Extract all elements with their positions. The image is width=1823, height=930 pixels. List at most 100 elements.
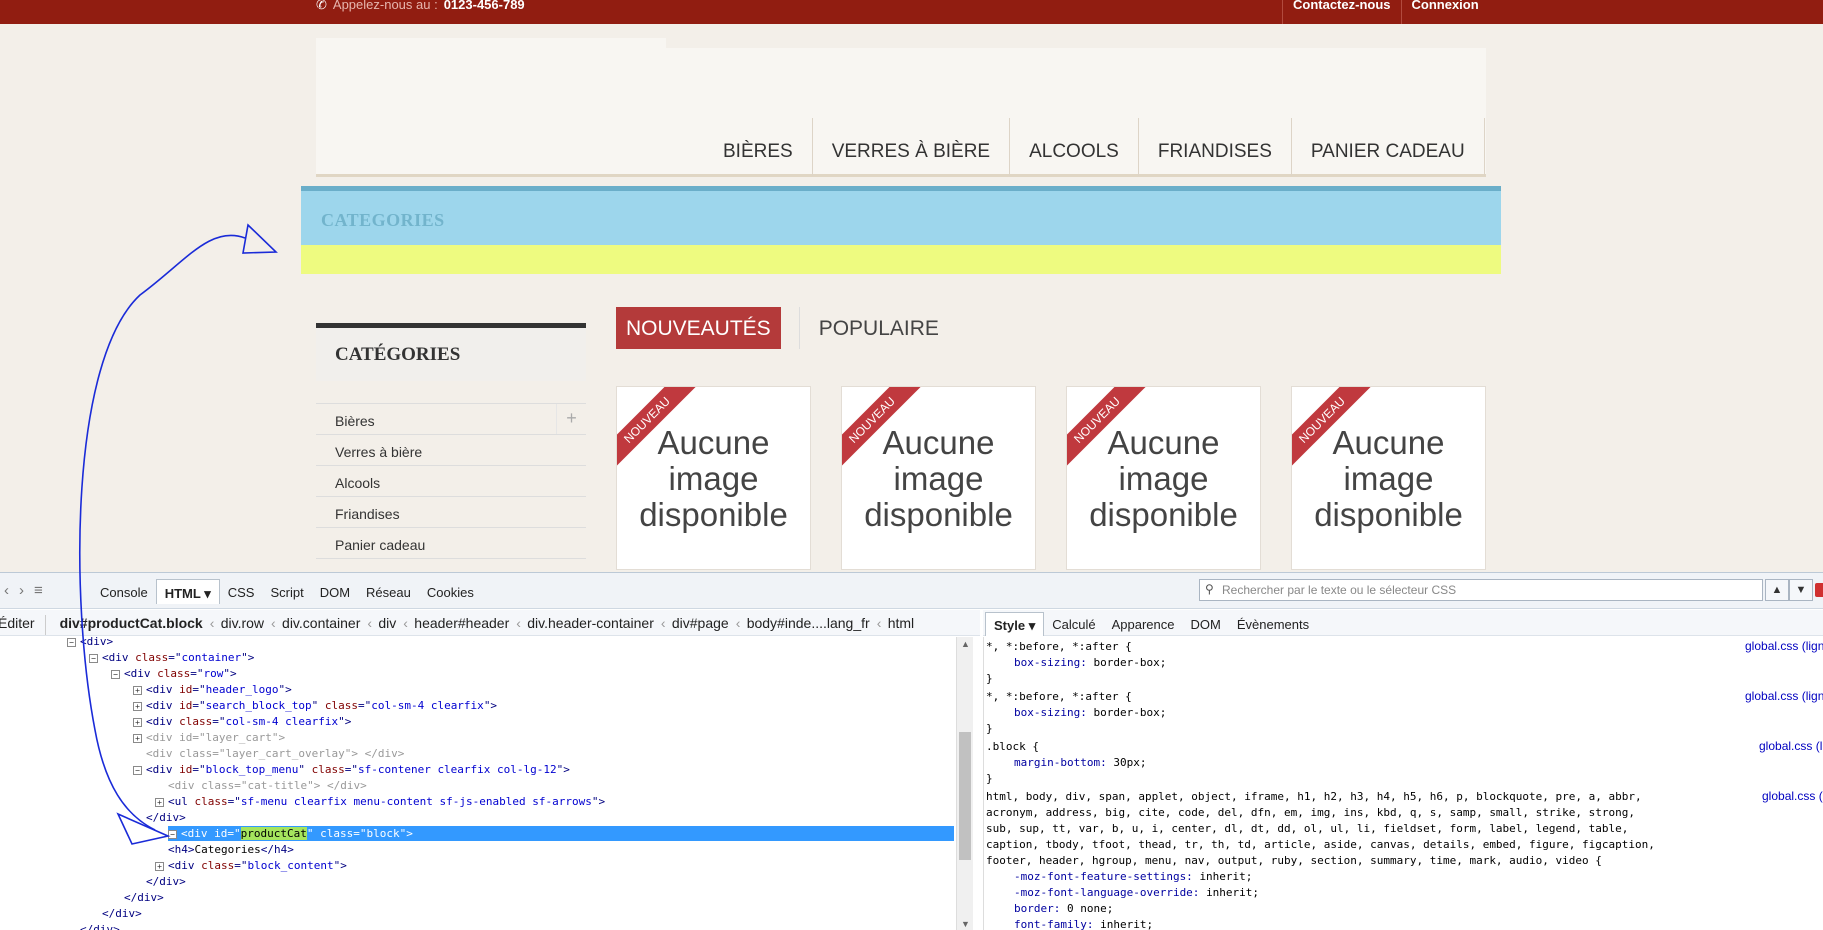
new-badge: NOUVEAU [617,387,703,473]
product-card[interactable]: Aucune image disponible NOUVEAU [841,386,1036,570]
tab-apparence[interactable]: Apparence [1104,612,1183,636]
css-source-link[interactable]: global.css (ligne [1745,639,1823,653]
breadcrumb-item[interactable]: div.header-container [516,615,664,635]
collapse-icon[interactable]: − [168,830,177,839]
html-node[interactable]: </div> [80,922,120,930]
breadcrumb-item[interactable]: div#productCat.block [52,615,213,635]
close-icon[interactable] [1815,583,1823,597]
html-node[interactable]: + <ul class="sf-menu clearfix menu-conten… [155,794,605,809]
sidebar-item-friandises[interactable]: Friandises [316,497,586,528]
dropdown-arrow-icon: ▾ [204,586,211,601]
css-source-link[interactable]: global.css (lig [1762,789,1823,803]
expand-icon[interactable]: + [133,702,142,711]
html-node[interactable]: + <div id="header_logo"> [133,682,292,697]
html-node[interactable]: − <div class="container"> [89,650,254,665]
search-prev-button[interactable]: ▲ [1765,579,1789,601]
html-node[interactable]: <div class="cat-title"> </div> [168,778,367,793]
breadcrumb-item[interactable]: html [877,615,924,635]
inspect-nav-icons[interactable]: ‹›≡ [4,582,53,599]
css-property[interactable]: -moz-font-feature-settings: inherit; [986,869,1252,884]
html-node[interactable]: <div class="layer_cart_overlay"> </div> [146,746,404,761]
tab-console[interactable]: Console [92,579,156,604]
collapse-icon[interactable]: − [67,638,76,647]
breadcrumb-item[interactable]: div.container [271,615,370,635]
css-source-link[interactable]: global.css (ligne [1745,689,1823,703]
html-node[interactable]: + <div id="search_block_top" class="col-s… [133,698,497,713]
expand-icon[interactable]: + [133,718,142,727]
css-property[interactable]: border: 0 none; [986,901,1113,916]
html-node[interactable]: − <div id="block_top_menu" class="sf-cont… [133,762,570,777]
menu-item-verres[interactable]: VERRES À BIÈRE [813,118,1011,176]
breadcrumb-item[interactable]: header#header [403,615,519,635]
collapse-icon[interactable]: − [133,766,142,775]
scroll-down-icon[interactable]: ▼ [961,919,970,929]
tab-nouveautes[interactable]: NOUVEAUTÉS [616,307,781,349]
search-nav-buttons: ▲ ▼ [1765,579,1813,601]
categories-block-highlight: CATEGORIES [301,186,1501,245]
sidebar-item-panier[interactable]: Panier cadeau [316,528,586,559]
html-panel-scrollbar[interactable]: ▲ ▼ [956,637,973,930]
devtools-search-input[interactable]: ⚲ Rechercher par le texte ou le sélecteur… [1199,579,1763,601]
expand-icon[interactable]: + [133,734,142,743]
menu-item-bieres[interactable]: BIÈRES [704,118,813,176]
tab-css[interactable]: CSS [220,579,263,604]
product-card[interactable]: Aucune image disponible NOUVEAU [616,386,811,570]
css-property[interactable]: box-sizing: border-box; [986,705,1166,720]
tab-script[interactable]: Script [262,579,311,604]
product-card[interactable]: Aucune image disponible NOUVEAU [1066,386,1261,570]
html-node[interactable]: − <div class="row"> [111,666,237,681]
css-source-link[interactable]: global.css (ligne 6 [1759,739,1823,753]
menu-item-alcools[interactable]: ALCOOLS [1010,118,1139,176]
html-node[interactable]: + <div class="block_content"> [155,858,347,873]
html-node[interactable]: − <div> [67,637,113,649]
expand-icon[interactable]: + [155,862,164,871]
breadcrumb-item[interactable]: div.row [210,615,274,635]
html-node-selected[interactable]: − <div id="productCat" class="block"> [168,826,954,841]
sidebar-item-alcools[interactable]: Alcools [316,466,586,497]
css-property[interactable]: box-sizing: border-box; [986,655,1166,670]
menu-item-friandises[interactable]: FRIANDISES [1139,118,1292,176]
html-node[interactable]: </div> [102,906,142,921]
breadcrumb-item[interactable]: div [367,615,406,635]
html-node[interactable]: </div> [146,810,186,825]
contact-link[interactable]: Contactez-nous [1282,0,1401,24]
html-node[interactable]: + <div id="layer_cart"> [133,730,285,745]
html-node[interactable]: </div> [146,874,186,889]
css-selector: caption, tbody, tfoot, thead, tr, th, td… [986,838,1655,851]
expand-icon[interactable]: + [133,686,142,695]
plus-icon[interactable]: + [556,404,586,434]
collapse-icon[interactable]: − [89,654,98,663]
breadcrumb-item[interactable]: body#inde....lang_fr [736,615,880,635]
tab-evenements[interactable]: Évènements [1229,612,1317,636]
sidebar-item-bieres[interactable]: Bières + [316,404,586,435]
css-property[interactable]: margin-bottom: 30px; [986,755,1146,770]
html-tree-panel[interactable]: − <div> − <div class="container"> − <div clas… [0,637,956,930]
html-node[interactable]: <h4>Categories</h4> [168,842,294,857]
tab-style[interactable]: Style ▾ [985,612,1045,636]
tab-reseau[interactable]: Réseau [358,579,419,604]
product-card[interactable]: Aucune image disponible NOUVEAU [1291,386,1486,570]
tab-calcule[interactable]: Calculé [1044,612,1103,636]
edit-button[interactable]: Éditer [0,615,46,635]
search-next-button[interactable]: ▼ [1789,579,1813,601]
breadcrumb-item[interactable]: div#page [661,615,739,635]
collapse-icon[interactable]: − [111,670,120,679]
tab-side-dom[interactable]: DOM [1182,612,1228,636]
css-property[interactable]: -moz-font-language-override: inherit; [986,885,1259,900]
html-node[interactable]: </div> [124,890,164,905]
scroll-thumb[interactable] [959,732,971,860]
html-node[interactable]: + <div class="col-sm-4 clearfix"> [133,714,351,729]
tab-cookies[interactable]: Cookies [419,579,482,604]
css-property[interactable]: font-family: inherit; [986,917,1153,930]
tab-html[interactable]: HTML ▾ [155,579,220,604]
sidebar-item-verres[interactable]: Verres à bière [316,435,586,466]
tab-populaire[interactable]: POPULAIRE [798,307,939,349]
expand-icon[interactable]: + [155,798,164,807]
scroll-up-icon[interactable]: ▲ [961,639,970,649]
menu-item-panier[interactable]: PANIER CADEAU [1292,118,1485,176]
devtools-tabs: Console HTML ▾ CSS Script DOM Réseau Coo… [92,579,482,604]
style-rules-panel: *, *:before, *:after {global.css (ligne b… [983,637,1823,930]
tab-dom[interactable]: DOM [312,579,358,604]
login-link[interactable]: Connexion [1400,0,1489,24]
css-selector: html, body, div, span, applet, object, i… [986,790,1642,803]
